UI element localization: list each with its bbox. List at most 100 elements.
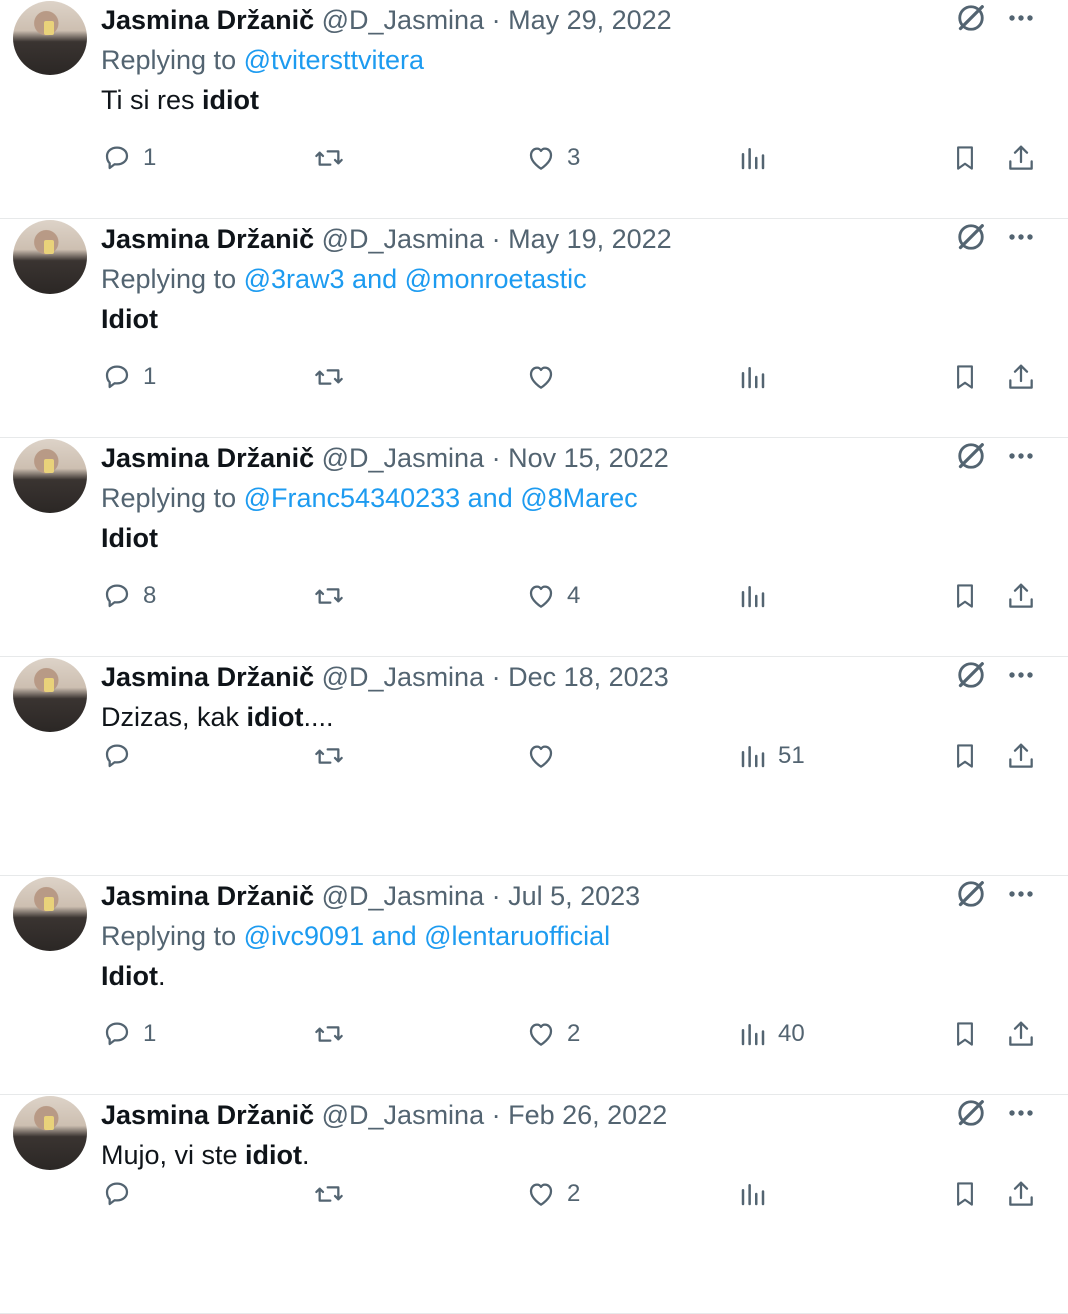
more-icon[interactable]	[1003, 876, 1043, 916]
author-name[interactable]: Jasmina Držanič	[101, 1100, 314, 1130]
avatar[interactable]	[13, 877, 87, 951]
tweet-date[interactable]: Nov 15, 2022	[508, 443, 669, 473]
tweet[interactable]: Jasmina Držanič @D_Jasmina · Jul 5, 2023…	[0, 876, 1068, 1095]
separator-dot: ·	[484, 224, 509, 254]
author-name[interactable]: Jasmina Držanič	[101, 881, 314, 911]
views-button[interactable]: 51	[738, 736, 805, 776]
separator-dot: ·	[484, 443, 509, 473]
like-icon	[525, 740, 557, 772]
share-button[interactable]	[1005, 576, 1037, 616]
tweet[interactable]: Jasmina Držanič @D_Jasmina · Nov 15, 202…	[0, 438, 1068, 657]
avatar[interactable]	[13, 439, 87, 513]
views-icon	[738, 1178, 768, 1210]
tweet-text: Idiot	[101, 518, 158, 558]
author-name[interactable]: Jasmina Držanič	[101, 662, 314, 692]
grok-icon[interactable]	[953, 876, 993, 916]
bookmark-icon	[950, 142, 980, 174]
tweet[interactable]: Jasmina Držanič @D_Jasmina · Feb 26, 202…	[0, 1095, 1068, 1314]
share-button[interactable]	[1005, 138, 1037, 178]
more-icon[interactable]	[1003, 219, 1043, 259]
replying-to: Replying to @ivc9091 and @lentaruofficia…	[101, 916, 610, 956]
share-button[interactable]	[1005, 357, 1037, 397]
reply-count: 8	[143, 582, 157, 609]
grok-icon[interactable]	[953, 219, 993, 259]
replying-to-link[interactable]: @ivc9091 and @lentaruofficial	[244, 921, 611, 951]
retweet-button[interactable]	[312, 1014, 356, 1054]
author-handle[interactable]: @D_Jasmina	[322, 1100, 484, 1130]
like-button[interactable]: 3	[525, 138, 580, 178]
replying-to-link[interactable]: @3raw3 and @monroetastic	[244, 264, 587, 294]
author-name[interactable]: Jasmina Držanič	[101, 5, 314, 35]
tweet-text-bold: idiot	[245, 1140, 303, 1170]
retweet-button[interactable]	[312, 138, 356, 178]
author-handle[interactable]: @D_Jasmina	[322, 5, 484, 35]
author-handle[interactable]: @D_Jasmina	[322, 443, 484, 473]
author-name[interactable]: Jasmina Držanič	[101, 224, 314, 254]
grok-icon[interactable]	[953, 438, 993, 478]
tweet[interactable]: Jasmina Držanič @D_Jasmina · May 19, 202…	[0, 219, 1068, 438]
author-name[interactable]: Jasmina Držanič	[101, 443, 314, 473]
retweet-button[interactable]	[312, 576, 356, 616]
replying-to-link[interactable]: @Franc54340233 and @8Marec	[244, 483, 638, 513]
views-button[interactable]	[738, 1174, 778, 1214]
grok-icon[interactable]	[953, 657, 993, 697]
like-button[interactable]: 2	[525, 1014, 580, 1054]
replying-to: Replying to @Franc54340233 and @8Marec	[101, 478, 638, 518]
like-count: 2	[567, 1180, 581, 1207]
avatar[interactable]	[13, 220, 87, 294]
like-button[interactable]: 2	[525, 1174, 580, 1214]
bookmark-button[interactable]	[950, 357, 980, 397]
tweet[interactable]: Jasmina Držanič @D_Jasmina · Dec 18, 202…	[0, 657, 1068, 876]
tweet-date[interactable]: May 19, 2022	[508, 224, 672, 254]
reply-button[interactable]: 1	[101, 1014, 156, 1054]
author-handle[interactable]: @D_Jasmina	[322, 224, 484, 254]
more-icon[interactable]	[1003, 438, 1043, 478]
grok-icon[interactable]	[953, 1095, 993, 1135]
share-icon	[1005, 580, 1037, 612]
views-button[interactable]	[738, 138, 778, 178]
like-button[interactable]	[525, 736, 567, 776]
more-icon[interactable]	[1003, 1095, 1043, 1135]
reply-icon	[101, 740, 133, 772]
author-handle[interactable]: @D_Jasmina	[322, 881, 484, 911]
reply-button[interactable]: 1	[101, 357, 156, 397]
tweet-date[interactable]: Jul 5, 2023	[508, 881, 640, 911]
more-icon[interactable]	[1003, 0, 1043, 40]
replying-to-link[interactable]: @tvitersttvitera	[244, 45, 424, 75]
views-button[interactable]	[738, 357, 778, 397]
tweet-text-bold: idiot	[202, 85, 259, 115]
reply-button[interactable]: 8	[101, 576, 156, 616]
share-icon	[1005, 1178, 1037, 1210]
share-button[interactable]	[1005, 1014, 1037, 1054]
like-button[interactable]	[525, 357, 567, 397]
share-button[interactable]	[1005, 1174, 1037, 1214]
retweet-button[interactable]	[312, 357, 356, 397]
grok-icon[interactable]	[953, 0, 993, 40]
views-icon	[738, 361, 768, 393]
tweet-date[interactable]: Dec 18, 2023	[508, 662, 669, 692]
avatar[interactable]	[13, 658, 87, 732]
reply-button[interactable]: 1	[101, 138, 156, 178]
tweet[interactable]: Jasmina Držanič @D_Jasmina · May 29, 202…	[0, 0, 1068, 219]
retweet-icon	[312, 1018, 346, 1050]
bookmark-button[interactable]	[950, 1174, 980, 1214]
bookmark-button[interactable]	[950, 576, 980, 616]
more-icon[interactable]	[1003, 657, 1043, 697]
bookmark-button[interactable]	[950, 736, 980, 776]
avatar[interactable]	[13, 1, 87, 75]
retweet-button[interactable]	[312, 1174, 356, 1214]
tweet-date[interactable]: May 29, 2022	[508, 5, 672, 35]
replying-to: Replying to @tvitersttvitera	[101, 40, 424, 80]
views-button[interactable]: 40	[738, 1014, 805, 1054]
like-button[interactable]: 4	[525, 576, 580, 616]
bookmark-button[interactable]	[950, 1014, 980, 1054]
retweet-button[interactable]	[312, 736, 356, 776]
bookmark-button[interactable]	[950, 138, 980, 178]
author-handle[interactable]: @D_Jasmina	[322, 662, 484, 692]
share-button[interactable]	[1005, 736, 1037, 776]
reply-button[interactable]	[101, 1174, 143, 1214]
reply-button[interactable]	[101, 736, 143, 776]
avatar[interactable]	[13, 1096, 87, 1170]
tweet-date[interactable]: Feb 26, 2022	[508, 1100, 667, 1130]
views-button[interactable]	[738, 576, 778, 616]
